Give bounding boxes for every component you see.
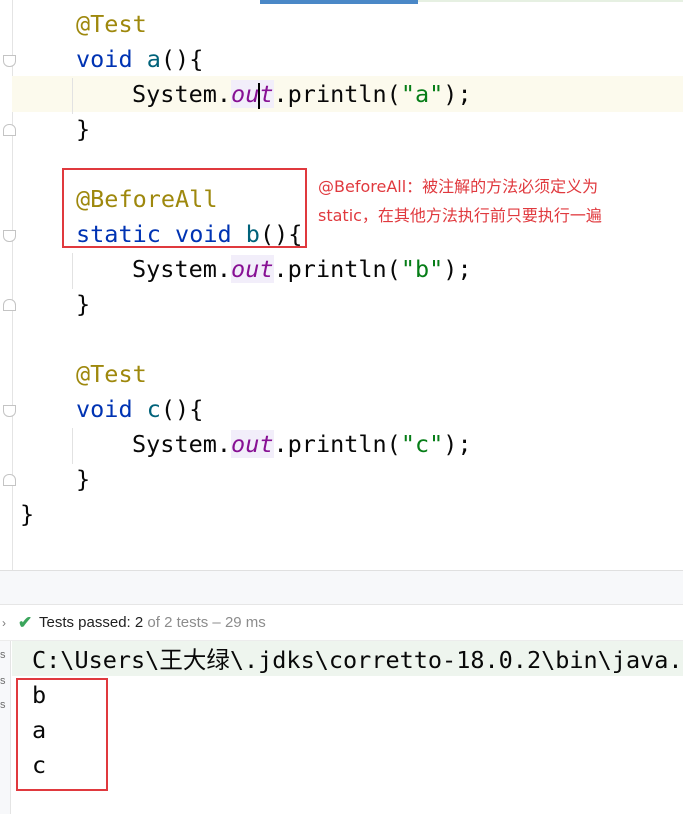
code-line-4[interactable]: } [76,112,90,147]
statement-end: ); [443,80,472,108]
annotation-note-line-2: static，在其他方法执行前只要执行一遍 [318,206,602,225]
annotation-note-line-1: @BeforeAll：被注解的方法必须定义为 [318,177,599,196]
println-call: .println( [273,255,401,283]
code-line-8[interactable]: } [76,287,90,322]
tool-window-gap [0,571,683,604]
side-letter: s [0,699,6,711]
indent-guide [72,428,73,464]
editor-tab-strip [418,0,683,2]
code-line-7[interactable]: System.out.println("b"); [132,252,472,287]
code-line-13[interactable]: } [20,497,34,532]
fold-close-icon[interactable] [3,299,16,311]
code-line-9[interactable]: @Test [76,357,147,392]
code-line-10[interactable]: void c(){ [76,392,203,427]
code-line-12[interactable]: } [76,462,90,497]
indent-guide [72,253,73,289]
string-literal: "a" [400,80,444,108]
fold-open-icon[interactable] [3,230,16,242]
annotation-test: @Test [76,10,147,38]
tests-passed-text: Tests passed: 2 of 2 tests – 29 ms [39,614,266,631]
method-name-a: a [146,45,161,73]
fold-open-icon[interactable] [3,55,16,67]
println-call: .println( [273,80,401,108]
console-command-text: C:\Users\王大绿\.jdks\corretto-18.0.2\bin\j… [32,646,683,674]
statement-end: ); [443,430,472,458]
fold-close-icon[interactable] [3,124,16,136]
output-highlight-box [16,678,108,791]
static-field-out: out [231,430,274,458]
system-ref: System. [132,430,232,458]
check-icon: ✔ [18,613,33,632]
system-ref: System. [132,80,232,108]
code-line-1[interactable]: @Test [76,7,147,42]
string-literal: "b" [400,255,444,283]
string-literal: "c" [400,430,444,458]
indent-guide [72,78,73,114]
annotation-test: @Test [76,360,147,388]
method-name-c: c [146,395,161,423]
side-letter: s [0,649,6,661]
code-line-2[interactable]: void a(){ [76,42,203,77]
test-status-bar: › ✔ Tests passed: 2 of 2 tests – 29 ms [0,604,683,641]
editor-tab-indicator [260,0,418,4]
expand-arrow-icon[interactable]: › [2,605,6,641]
code-line-11[interactable]: System.out.println("c"); [132,427,472,462]
println-call: .println( [273,430,401,458]
keyword-void: void [76,395,133,423]
system-ref: System. [132,255,232,283]
statement-end: ); [443,255,472,283]
parens-brace: (){ [160,395,204,423]
close-brace: } [76,290,91,318]
class-close-brace: } [20,500,35,528]
keyword-void: void [76,45,133,73]
console-side-toolbar: s s s [0,641,11,814]
code-line-3[interactable]: System.out.println("a"); [132,77,472,112]
parens-brace: (){ [160,45,204,73]
fold-open-icon[interactable] [3,405,16,417]
fold-close-icon[interactable] [3,474,16,486]
beforeall-highlight-box [62,168,307,248]
close-brace: } [76,115,91,143]
close-brace: } [76,465,91,493]
static-field-out: out [231,255,274,283]
static-field-out: out [231,80,274,109]
code-editor[interactable]: @Test void a(){ System.out.println("a");… [0,0,683,570]
side-letter: s [0,675,6,687]
